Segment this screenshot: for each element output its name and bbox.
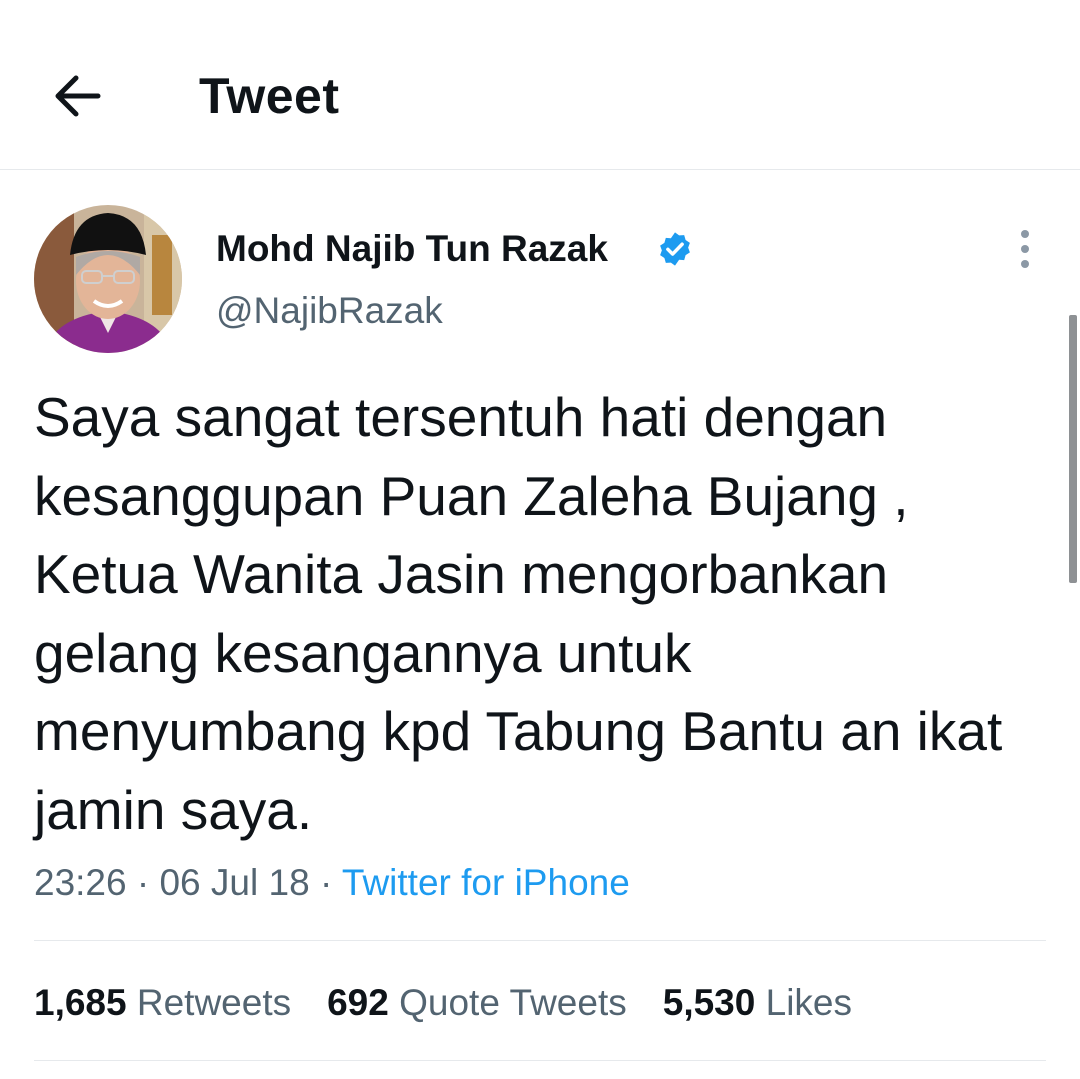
profile-photo <box>34 205 182 353</box>
arrow-left-icon <box>55 75 101 117</box>
tweet-text: Saya sangat tersentuh hati dengan kesang… <box>34 386 1003 841</box>
likes-label: Likes <box>765 982 853 1023</box>
quote-tweets-label: Quote Tweets <box>399 982 627 1023</box>
scrollbar[interactable] <box>1069 315 1077 583</box>
more-vertical-icon <box>1021 230 1029 268</box>
page-title: Tweet <box>199 68 340 124</box>
likes-stat[interactable]: 5,530 Likes <box>663 980 852 1026</box>
tweet-time: 23:26 <box>34 862 127 903</box>
tweet-date: 06 Jul 18 <box>159 862 310 903</box>
back-button[interactable] <box>48 66 108 126</box>
meta-separator: · <box>319 862 333 903</box>
tweet-source-link[interactable]: Twitter for iPhone <box>342 862 630 903</box>
retweets-stat[interactable]: 1,685 Retweets <box>34 980 291 1026</box>
author-handle[interactable]: @NajibRazak <box>216 288 443 334</box>
meta-separator: · <box>136 862 150 903</box>
divider <box>34 940 1046 941</box>
quote-tweets-count: 692 <box>327 982 389 1023</box>
avatar[interactable] <box>34 205 182 353</box>
likes-count: 5,530 <box>662 982 756 1023</box>
quote-tweets-stat[interactable]: 692 Quote Tweets <box>327 980 627 1026</box>
more-options-button[interactable] <box>1004 226 1046 272</box>
top-app-bar: Tweet <box>0 0 1080 170</box>
divider <box>34 1060 1046 1061</box>
author-display-name[interactable]: Mohd Najib Tun Razak <box>216 226 608 272</box>
engagement-stats: 1,685 Retweets 692 Quote Tweets 5,530 Li… <box>34 980 888 1026</box>
retweets-label: Retweets <box>136 982 292 1023</box>
retweets-count: 1,685 <box>34 982 127 1023</box>
tweet-meta: 23:26 · 06 Jul 18 · Twitter for iPhone <box>34 860 630 906</box>
verified-badge-icon <box>660 232 690 266</box>
